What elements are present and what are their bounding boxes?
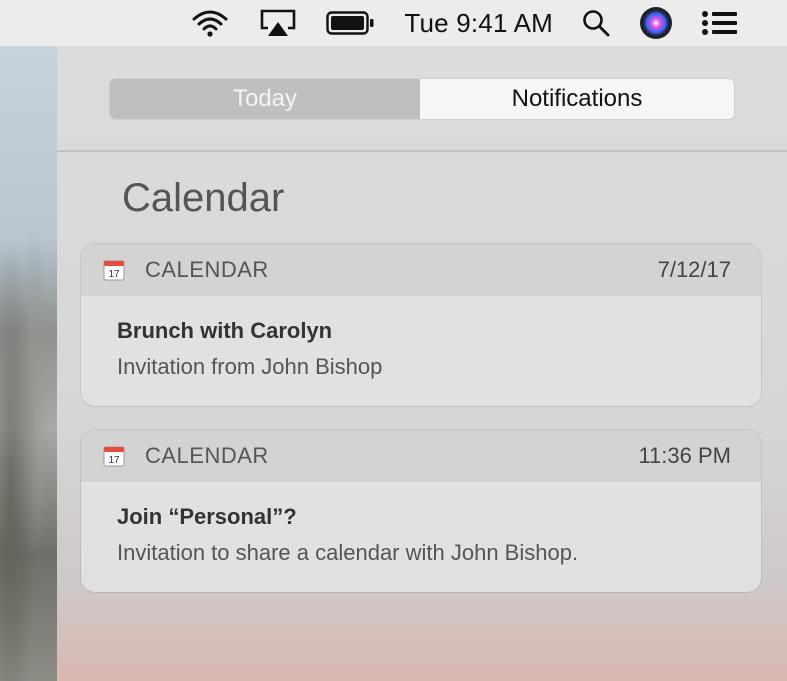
divider — [57, 150, 787, 152]
menu-bar: Tue 9:41 AM — [0, 0, 787, 46]
spotlight-search-icon[interactable] — [581, 8, 611, 38]
calendar-icon: 17 — [103, 259, 125, 281]
notification-time: 11:36 PM — [638, 443, 731, 468]
notification-subtitle: Invitation from John Bishop — [117, 354, 383, 379]
notification-title: Join “Personal”? — [117, 504, 297, 529]
notification-subtitle: Invitation to share a calendar with John… — [117, 540, 579, 565]
notification-app-name: CALENDAR — [145, 257, 269, 282]
tab-today[interactable]: Today — [110, 79, 420, 119]
notification-card[interactable]: 17 CALENDAR 7/12/17 Brunch with Carolyn … — [81, 244, 761, 406]
notification-header: 17 CALENDAR 7/12/17 — [81, 244, 761, 296]
notification-card[interactable]: 17 CALENDAR 11:36 PM Join “Personal”? In… — [81, 430, 761, 592]
notification-header: 17 CALENDAR 11:36 PM — [81, 430, 761, 482]
section-title: Calendar — [122, 176, 285, 220]
airplay-icon[interactable] — [258, 8, 298, 38]
notification-center-icon[interactable] — [701, 9, 739, 37]
notification-time: 7/12/17 — [657, 257, 731, 282]
wifi-icon[interactable] — [190, 7, 230, 39]
menu-clock[interactable]: Tue 9:41 AM — [404, 8, 553, 39]
desktop-wallpaper — [0, 46, 57, 681]
svg-text:17: 17 — [108, 455, 120, 466]
battery-icon[interactable] — [326, 10, 376, 36]
notification-title: Brunch with Carolyn — [117, 318, 333, 343]
tab-notifications[interactable]: Notifications — [420, 79, 734, 119]
svg-text:17: 17 — [108, 269, 120, 280]
view-switcher: Today Notifications — [110, 79, 734, 119]
calendar-icon: 17 — [103, 445, 125, 467]
siri-icon[interactable] — [639, 6, 673, 40]
notification-center-panel: Today Notifications Calendar 17 CALENDAR… — [57, 46, 787, 681]
notification-app-name: CALENDAR — [145, 443, 269, 468]
